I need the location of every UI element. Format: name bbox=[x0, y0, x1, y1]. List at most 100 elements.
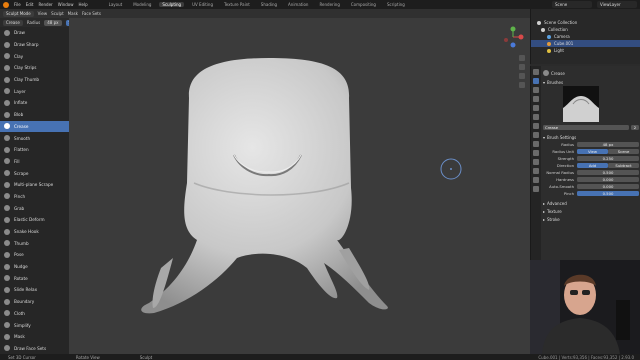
brush-selector[interactable]: Crease bbox=[3, 19, 23, 26]
outliner-row[interactable]: Collection bbox=[531, 26, 640, 33]
tool-multiplane-scrape[interactable]: Multi-plane Scrape bbox=[0, 179, 69, 191]
tool-snake-hook[interactable]: Snake Hook bbox=[0, 226, 69, 238]
view-layer-selector[interactable]: ViewLayer bbox=[597, 1, 637, 8]
menu-edit[interactable]: Edit bbox=[26, 2, 34, 7]
tool-simplify[interactable]: Simplify bbox=[0, 319, 69, 331]
mode-dropdown[interactable]: Sculpt Mode bbox=[3, 10, 34, 17]
menu-sculpt[interactable]: Sculpt bbox=[51, 11, 64, 16]
tool-flatten[interactable]: Flatten bbox=[0, 144, 69, 156]
tool-clay[interactable]: Clay bbox=[0, 50, 69, 62]
menu-file[interactable]: File bbox=[14, 2, 21, 7]
tool-rotate[interactable]: Rotate bbox=[0, 272, 69, 284]
view-layer-tab-icon[interactable] bbox=[533, 105, 539, 111]
stroke-header[interactable]: ▸ Stroke bbox=[543, 215, 639, 223]
menu-window[interactable]: Window bbox=[58, 2, 74, 7]
tool-inflate[interactable]: Inflate bbox=[0, 97, 69, 109]
tool-draw-sharp[interactable]: Draw Sharp bbox=[0, 39, 69, 51]
tool-grab[interactable]: Grab bbox=[0, 202, 69, 214]
particles-tab-icon[interactable] bbox=[533, 150, 539, 156]
tool-scrape[interactable]: Scrape bbox=[0, 167, 69, 179]
tool-smooth[interactable]: Smooth bbox=[0, 132, 69, 144]
normal-radius-value[interactable]: 0.500 bbox=[577, 169, 639, 176]
tool-blob[interactable]: Blob bbox=[0, 109, 69, 121]
outliner-row[interactable]: Scene Collection bbox=[531, 19, 640, 26]
mask-brush-icon bbox=[4, 333, 10, 340]
menu-render[interactable]: Render bbox=[38, 2, 52, 7]
menu-help[interactable]: Help bbox=[78, 2, 87, 7]
modifier-tab-icon[interactable] bbox=[533, 141, 539, 147]
texture-header[interactable]: ▸ Texture bbox=[543, 207, 639, 215]
tool-nudge[interactable]: Nudge bbox=[0, 261, 69, 273]
tool-pinch[interactable]: Pinch bbox=[0, 191, 69, 203]
brush-settings-header[interactable]: ▾ Brush Settings bbox=[543, 133, 639, 141]
tool-slide-relax[interactable]: Slide Relax bbox=[0, 284, 69, 296]
menu-mask[interactable]: Mask bbox=[68, 11, 78, 16]
outliner-row[interactable]: Light bbox=[531, 47, 640, 54]
radius-field[interactable]: 48 px bbox=[44, 19, 62, 26]
tab-rendering[interactable]: Rendering bbox=[316, 2, 342, 7]
tab-texture-paint[interactable]: Texture Paint bbox=[221, 2, 253, 7]
pan-icon[interactable] bbox=[519, 64, 525, 70]
status-right-mode: Sculpt bbox=[139, 354, 153, 360]
advanced-header[interactable]: ▸ Advanced bbox=[543, 199, 639, 207]
constraints-tab-icon[interactable] bbox=[533, 168, 539, 174]
strength-value[interactable]: 0.250 bbox=[577, 155, 639, 162]
tab-uv-editing[interactable]: UV Editing bbox=[189, 2, 216, 7]
fill-brush-icon bbox=[4, 158, 10, 165]
physics-tab-icon[interactable] bbox=[533, 159, 539, 165]
tool-fill[interactable]: Fill bbox=[0, 156, 69, 168]
menu-face-sets[interactable]: Face Sets bbox=[82, 11, 101, 16]
brush-preview[interactable] bbox=[563, 86, 599, 122]
tool-mask[interactable]: Mask bbox=[0, 331, 69, 343]
tool-clay-thumb[interactable]: Clay Thumb bbox=[0, 74, 69, 86]
outliner-row[interactable]: Cube.001 bbox=[531, 40, 640, 47]
menu-view[interactable]: View bbox=[38, 11, 48, 16]
camera-view-icon[interactable] bbox=[519, 73, 525, 79]
output-tab-icon[interactable] bbox=[533, 96, 539, 102]
direction-subtract[interactable]: Subtract bbox=[608, 162, 639, 169]
hardness-value[interactable]: 0.000 bbox=[577, 176, 639, 183]
brush-name-field[interactable]: Crease bbox=[543, 124, 629, 131]
tool-boundary[interactable]: Boundary bbox=[0, 296, 69, 308]
tab-modeling[interactable]: Modeling bbox=[130, 2, 154, 7]
sculpt-mesh bbox=[141, 58, 462, 314]
tool-tab-icon[interactable] bbox=[533, 69, 539, 75]
tool-cloth[interactable]: Cloth bbox=[0, 308, 69, 320]
tool-crease[interactable]: Crease bbox=[0, 120, 69, 133]
pinch-value[interactable]: 0.500 bbox=[577, 190, 639, 197]
data-tab-icon[interactable] bbox=[533, 177, 539, 183]
tab-compositing[interactable]: Compositing bbox=[348, 2, 379, 7]
tab-animation[interactable]: Animation bbox=[285, 2, 311, 7]
tool-layer[interactable]: Layer bbox=[0, 85, 69, 97]
blender-logo-icon[interactable] bbox=[3, 1, 9, 8]
tool-elastic-deform[interactable]: Elastic Deform bbox=[0, 214, 69, 226]
tab-shading[interactable]: Shading bbox=[258, 2, 280, 7]
active-tool-tab-icon[interactable] bbox=[533, 78, 539, 84]
tool-draw-face-sets[interactable]: Draw Face Sets bbox=[0, 343, 69, 355]
material-tab-icon[interactable] bbox=[533, 186, 539, 192]
tool-clay-strips[interactable]: Clay Strips bbox=[0, 62, 69, 74]
world-tab-icon[interactable] bbox=[533, 123, 539, 129]
scene-tab-icon[interactable] bbox=[533, 114, 539, 120]
3d-viewport[interactable] bbox=[69, 18, 530, 355]
tab-scripting[interactable]: Scripting bbox=[384, 2, 408, 7]
tab-layout[interactable]: Layout bbox=[106, 2, 126, 7]
navigation-gizmo[interactable] bbox=[502, 26, 524, 49]
tab-sculpting[interactable]: Sculpting bbox=[159, 2, 185, 7]
zoom-icon[interactable] bbox=[519, 55, 525, 61]
brushes-header[interactable]: ▾ Brushes bbox=[543, 78, 639, 86]
object-tab-icon[interactable] bbox=[533, 132, 539, 138]
render-tab-icon[interactable] bbox=[533, 87, 539, 93]
tool-thumb[interactable]: Thumb bbox=[0, 237, 69, 249]
tool-draw[interactable]: Draw bbox=[0, 27, 69, 39]
perspective-toggle-icon[interactable] bbox=[519, 82, 525, 88]
outliner-row[interactable]: Camera bbox=[531, 33, 640, 40]
brush-users-count: 2 bbox=[631, 124, 639, 131]
auto-smooth-value[interactable]: 0.000 bbox=[577, 183, 639, 190]
tool-pose[interactable]: Pose bbox=[0, 249, 69, 261]
radius-unit-scene[interactable]: Scene bbox=[608, 148, 639, 155]
radius-unit-view[interactable]: View bbox=[577, 148, 608, 155]
radius-value[interactable]: 48 px bbox=[577, 141, 639, 148]
direction-add[interactable]: Add bbox=[577, 162, 608, 169]
scene-selector[interactable]: Scene bbox=[552, 1, 592, 8]
